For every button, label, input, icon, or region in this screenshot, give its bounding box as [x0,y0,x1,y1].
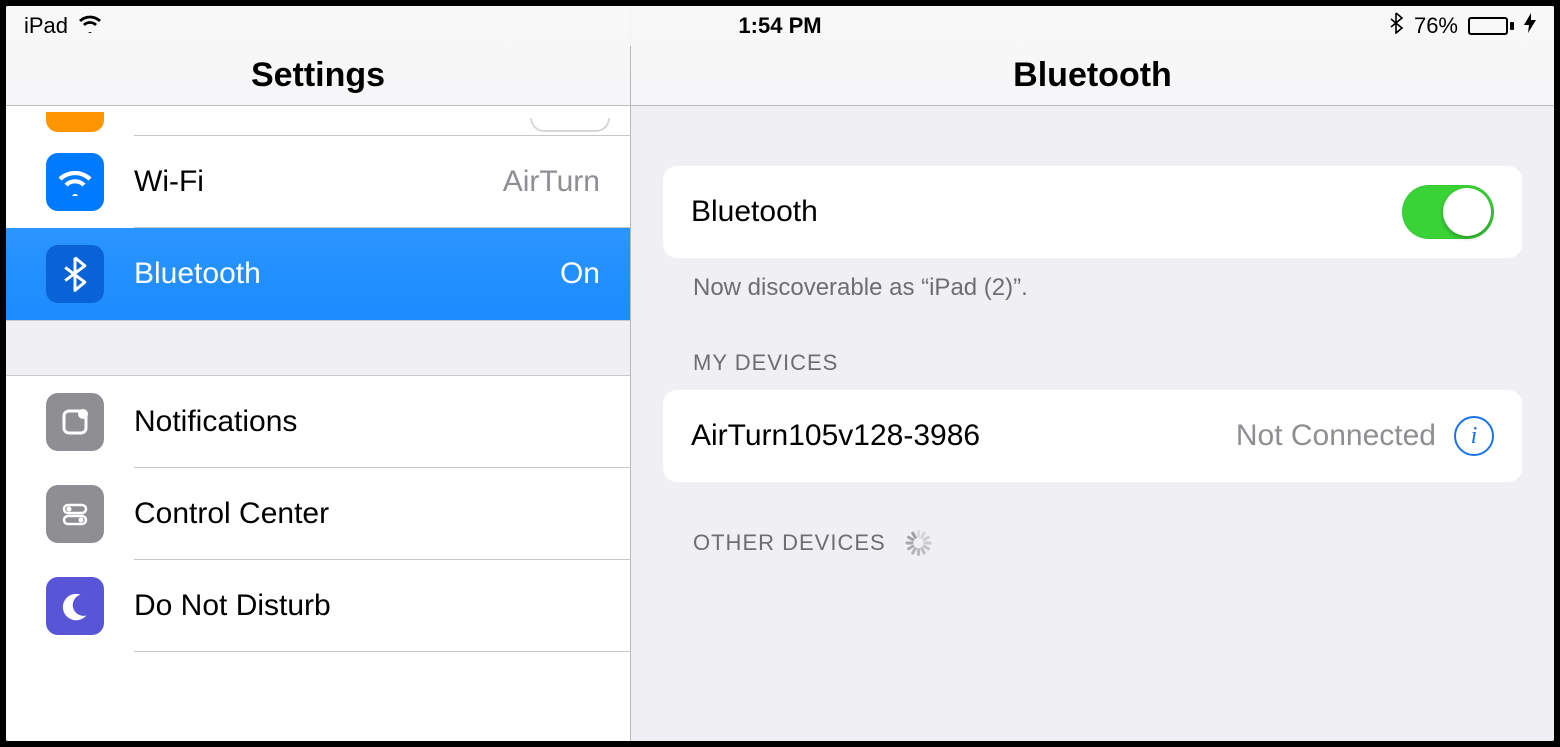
sidebar-item-notifications[interactable]: Notifications [6,376,630,468]
other-devices-header: OTHER DEVICES [663,482,1522,570]
bluetooth-status-icon [1390,12,1404,40]
detail-pane: Bluetooth Bluetooth Now discoverable as … [631,46,1554,741]
ipad-frame: iPad 1:54 PM 76% Settings [0,0,1560,747]
sidebar-item-label: Control Center [134,497,610,531]
sidebar-item-value: On [560,257,600,291]
my-devices-header: MY DEVICES [663,302,1522,390]
bluetooth-toggle-card: Bluetooth [663,166,1522,258]
other-devices-label: OTHER DEVICES [693,530,886,556]
status-bar: iPad 1:54 PM 76% [6,6,1554,46]
sidebar-item-label: Do Not Disturb [134,589,610,623]
my-devices-card: AirTurn105v128-3986 Not Connected i [663,390,1522,482]
discoverable-note: Now discoverable as “iPad (2)”. [663,258,1522,302]
charging-icon [1524,13,1536,39]
section-gap [6,320,630,376]
settings-list[interactable]: Wi-Fi AirTurn Bluetooth On [6,106,630,741]
wifi-icon [78,13,102,39]
moon-icon [46,577,104,635]
sidebar-item-wifi[interactable]: Wi-Fi AirTurn [6,136,630,228]
device-name: AirTurn105v128-3986 [691,419,1236,453]
airplane-toggle[interactable] [530,118,610,132]
settings-sidebar: Settings Wi-Fi AirTurn [6,46,631,741]
device-status: Not Connected [1236,419,1436,453]
sidebar-item-label: Bluetooth [134,257,560,291]
bluetooth-toggle-row[interactable]: Bluetooth [663,166,1522,258]
device-row[interactable]: AirTurn105v128-3986 Not Connected i [663,390,1522,482]
bluetooth-switch[interactable] [1402,185,1494,239]
notifications-icon [46,393,104,451]
battery-percentage: 76% [1414,13,1458,39]
sidebar-item-value: AirTurn [503,165,600,199]
sidebar-item-control-center[interactable]: Control Center [6,468,630,560]
airplane-icon [46,112,104,132]
info-icon[interactable]: i [1454,416,1494,456]
clock: 1:54 PM [738,13,821,39]
sidebar-item-label: Wi-Fi [134,165,503,199]
bluetooth-settings-icon [46,245,104,303]
sidebar-item-label: Notifications [134,405,610,439]
sidebar-item-dnd[interactable]: Do Not Disturb [6,560,630,652]
bluetooth-toggle-label: Bluetooth [691,195,1402,229]
spinner-icon [904,530,930,556]
sidebar-item-bluetooth[interactable]: Bluetooth On [6,228,630,320]
wifi-settings-icon [46,153,104,211]
battery-icon [1468,17,1514,35]
sidebar-item-airplane[interactable] [6,106,630,136]
control-center-icon [46,485,104,543]
device-name: iPad [24,13,68,39]
